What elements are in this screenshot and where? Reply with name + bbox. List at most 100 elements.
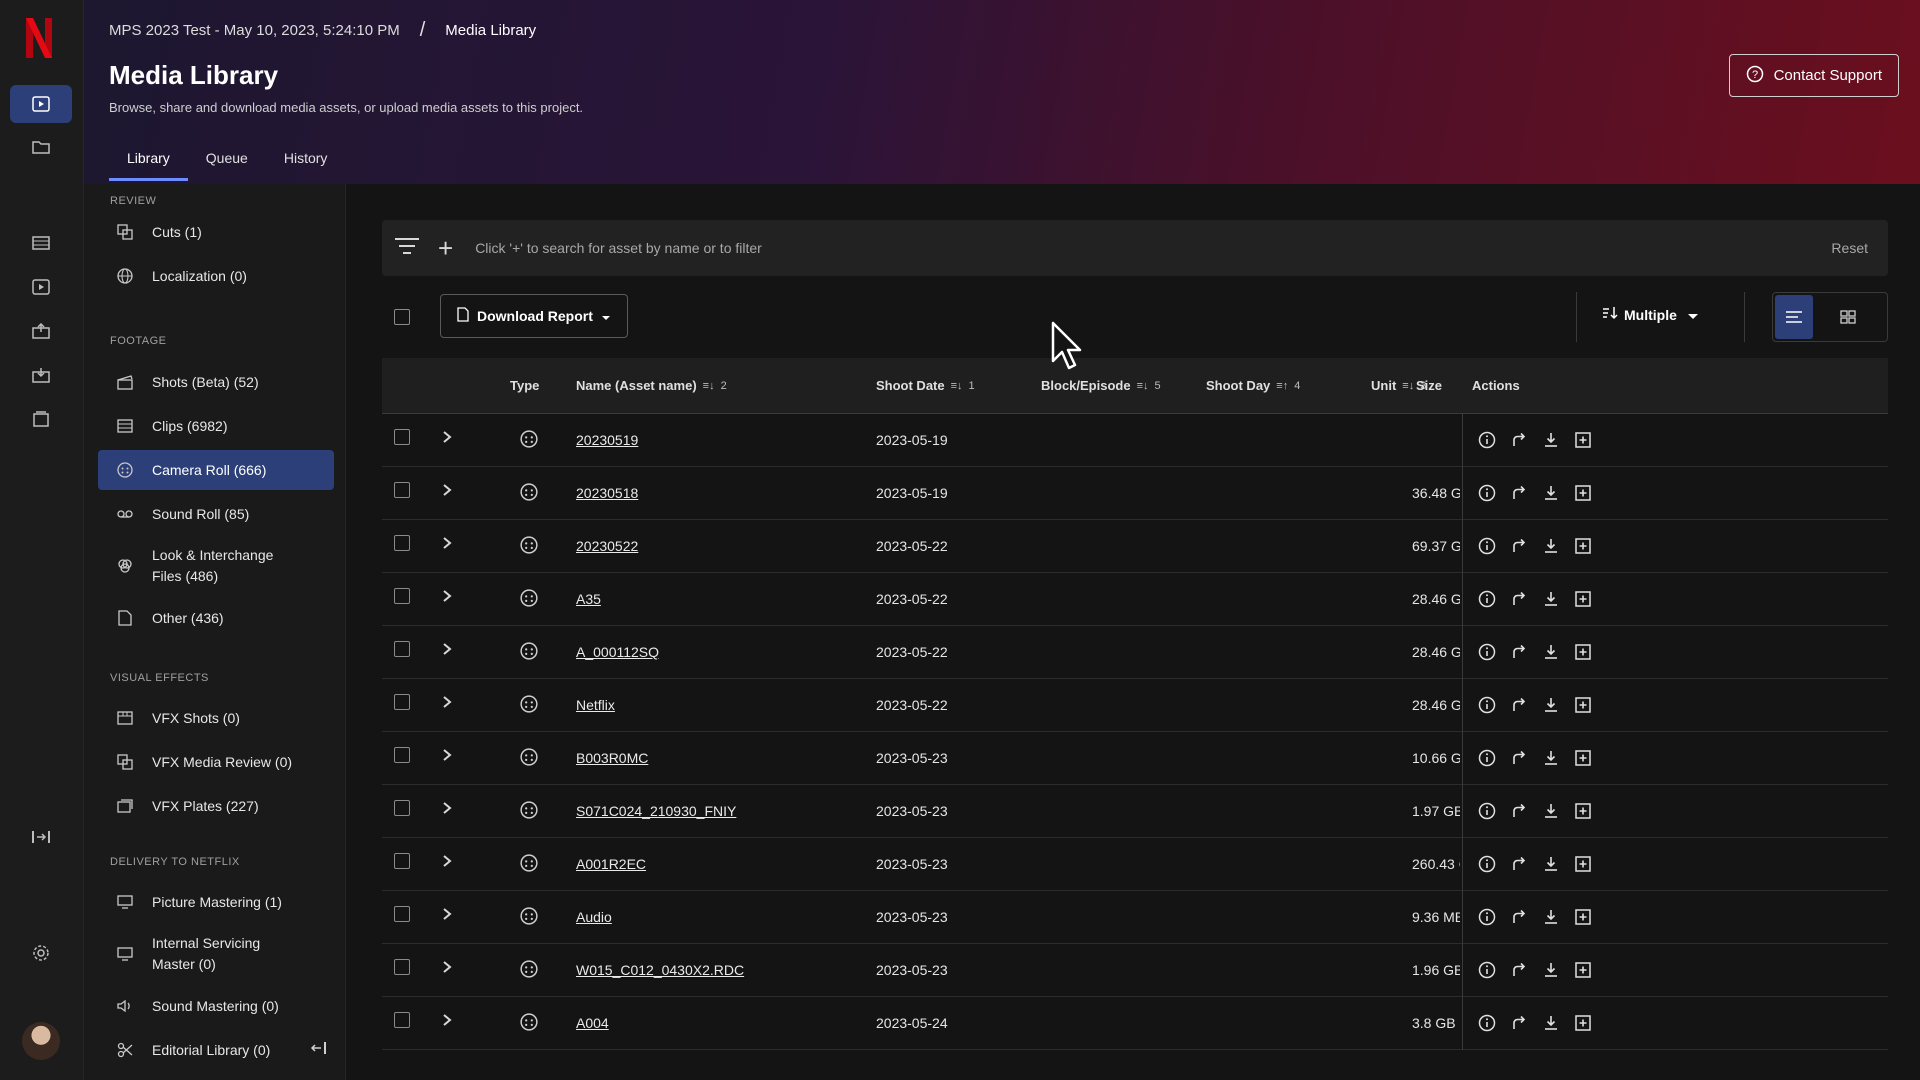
media-library-nav-icon[interactable]	[10, 85, 72, 123]
share-icon[interactable]	[1509, 854, 1529, 874]
breadcrumb-project[interactable]: MPS 2023 Test - May 10, 2023, 5:24:10 PM	[109, 22, 400, 39]
table-row[interactable]: A_000112SQ 2023-05-22 28.46 GB	[382, 626, 1888, 679]
chevron-right-icon[interactable]	[442, 801, 452, 818]
info-icon[interactable]	[1477, 1013, 1497, 1033]
row-checkbox[interactable]	[394, 588, 410, 604]
share-icon[interactable]	[1509, 695, 1529, 715]
row-checkbox[interactable]	[394, 535, 410, 551]
asset-name-link[interactable]: B003R0MC	[576, 750, 648, 766]
col-name[interactable]: Name (Asset name) ≡↓ 2	[576, 378, 727, 393]
col-size[interactable]: Size	[1416, 378, 1442, 393]
add-to-icon[interactable]	[1573, 536, 1593, 556]
info-icon[interactable]	[1477, 642, 1497, 662]
reset-button[interactable]: Reset	[1831, 240, 1868, 256]
tab-history[interactable]: History	[266, 150, 346, 181]
download-icon[interactable]	[1541, 642, 1561, 662]
info-icon[interactable]	[1477, 589, 1497, 609]
download-icon[interactable]	[1541, 801, 1561, 821]
chevron-right-icon[interactable]	[442, 430, 452, 447]
row-checkbox[interactable]	[394, 853, 410, 869]
row-checkbox[interactable]	[394, 429, 410, 445]
table-row[interactable]: 20230522 2023-05-22 69.37 GB	[382, 520, 1888, 573]
sidebar-item-camera-roll[interactable]: Camera Roll (666)	[98, 450, 334, 490]
sidebar-item-sound-roll[interactable]: Sound Roll (85)	[98, 494, 334, 534]
info-icon[interactable]	[1477, 695, 1497, 715]
share-icon[interactable]	[1509, 536, 1529, 556]
sort-dropdown[interactable]: Multiple	[1602, 306, 1699, 323]
download-icon[interactable]	[1541, 536, 1561, 556]
row-checkbox[interactable]	[394, 959, 410, 975]
add-to-icon[interactable]	[1573, 748, 1593, 768]
share-icon[interactable]	[1509, 907, 1529, 927]
deliverables-nav-icon[interactable]	[10, 400, 72, 438]
table-row[interactable]: 20230518 2023-05-19 36.48 GB	[382, 467, 1888, 520]
add-to-icon[interactable]	[1573, 854, 1593, 874]
tab-queue[interactable]: Queue	[188, 150, 266, 181]
add-to-icon[interactable]	[1573, 801, 1593, 821]
row-checkbox[interactable]	[394, 747, 410, 763]
info-icon[interactable]	[1477, 960, 1497, 980]
row-checkbox[interactable]	[394, 482, 410, 498]
sidebar-item-cuts[interactable]: Cuts (1)	[98, 212, 334, 252]
download-nav-icon[interactable]	[10, 356, 72, 394]
info-icon[interactable]	[1477, 748, 1497, 768]
contact-support-button[interactable]: ? Contact Support	[1728, 54, 1899, 97]
chevron-right-icon[interactable]	[442, 1013, 452, 1030]
expand-rail-icon[interactable]	[10, 818, 72, 856]
asset-name-link[interactable]: A001R2EC	[576, 856, 646, 872]
add-to-icon[interactable]	[1573, 430, 1593, 450]
add-to-icon[interactable]	[1573, 483, 1593, 503]
download-icon[interactable]	[1541, 430, 1561, 450]
chevron-right-icon[interactable]	[442, 695, 452, 712]
add-to-icon[interactable]	[1573, 695, 1593, 715]
share-icon[interactable]	[1509, 1013, 1529, 1033]
chevron-right-icon[interactable]	[442, 536, 452, 553]
asset-name-link[interactable]: W015_C012_0430X2.RDC	[576, 962, 744, 978]
search-input[interactable]: Click '+' to search for asset by name or…	[475, 240, 1831, 256]
sidebar-item-internal-servicing-master[interactable]: Internal Servicing Master (0)	[98, 926, 334, 982]
download-icon[interactable]	[1541, 483, 1561, 503]
sidebar-item-localization[interactable]: Localization (0)	[98, 256, 334, 296]
add-to-icon[interactable]	[1573, 907, 1593, 927]
asset-name-link[interactable]: 20230519	[576, 432, 638, 448]
row-checkbox[interactable]	[394, 641, 410, 657]
asset-name-link[interactable]: Netflix	[576, 697, 615, 713]
collapse-sidebar-icon[interactable]	[309, 1041, 327, 1058]
asset-name-link[interactable]: A_000112SQ	[576, 644, 659, 660]
settings-gear-icon[interactable]	[10, 934, 72, 972]
download-icon[interactable]	[1541, 854, 1561, 874]
asset-name-link[interactable]: Audio	[576, 909, 612, 925]
share-icon[interactable]	[1509, 430, 1529, 450]
add-filter-plus-icon[interactable]: +	[438, 235, 453, 261]
sidebar-item-clips[interactable]: Clips (6982)	[98, 406, 334, 446]
user-avatar[interactable]	[22, 1022, 60, 1060]
download-icon[interactable]	[1541, 907, 1561, 927]
download-icon[interactable]	[1541, 589, 1561, 609]
grid-view-icon[interactable]	[1829, 295, 1867, 339]
download-icon[interactable]	[1541, 748, 1561, 768]
table-row[interactable]: Audio 2023-05-23 9.36 MB	[382, 891, 1888, 944]
table-row[interactable]: 20230519 2023-05-19	[382, 414, 1888, 467]
select-all-checkbox[interactable]	[394, 309, 410, 325]
table-row[interactable]: A35 2023-05-22 28.46 GB	[382, 573, 1888, 626]
sidebar-item-vfx-plates[interactable]: VFX Plates (227)	[98, 786, 334, 826]
info-icon[interactable]	[1477, 801, 1497, 821]
chevron-right-icon[interactable]	[442, 642, 452, 659]
table-row[interactable]: Netflix 2023-05-22 28.46 GB	[382, 679, 1888, 732]
chevron-right-icon[interactable]	[442, 589, 452, 606]
table-row[interactable]: A001R2EC 2023-05-23 260.43 GB	[382, 838, 1888, 891]
tab-library[interactable]: Library	[109, 150, 188, 181]
chevron-right-icon[interactable]	[442, 483, 452, 500]
row-checkbox[interactable]	[394, 694, 410, 710]
sidebar-item-shots[interactable]: Shots (Beta) (52)	[98, 362, 334, 402]
filter-icon[interactable]	[394, 237, 422, 260]
sidebar-item-picture-mastering[interactable]: Picture Mastering (1)	[98, 882, 334, 922]
table-row[interactable]: S071C024_210930_FNIY 2023-05-23 1.97 GB	[382, 785, 1888, 838]
row-checkbox[interactable]	[394, 800, 410, 816]
add-to-icon[interactable]	[1573, 960, 1593, 980]
netflix-logo[interactable]	[24, 16, 54, 60]
table-row[interactable]: W015_C012_0430X2.RDC 2023-05-23 1.96 GB	[382, 944, 1888, 997]
sidebar-item-other[interactable]: Other (436)	[98, 598, 334, 638]
asset-name-link[interactable]: 20230522	[576, 538, 638, 554]
col-shoot-date[interactable]: Shoot Date ≡↓ 1	[876, 378, 975, 393]
